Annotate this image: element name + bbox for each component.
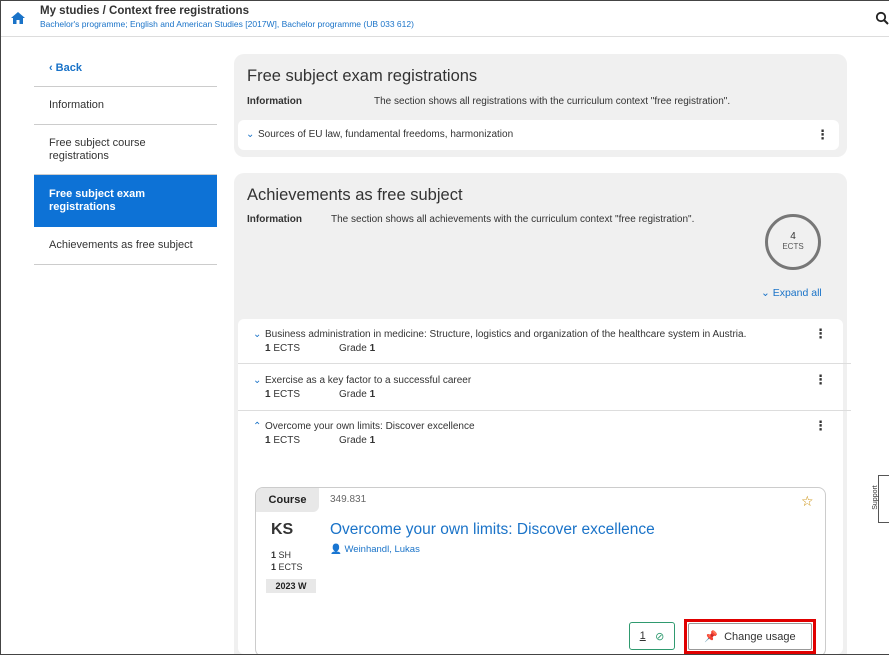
grade-value: Grade 1 [339, 343, 376, 354]
list-item-title: ⌄ Sources of EU law, fundamental freedoms… [246, 129, 513, 140]
list-item-title[interactable]: ⌃ Overcome your own limits: Discover exce… [253, 421, 475, 432]
pin-icon: 📌 [704, 631, 719, 643]
info-text: The section shows all achievements with … [331, 214, 695, 225]
ects-value: 1 ECTS [265, 435, 301, 446]
expand-all-link[interactable]: ⌄ Expand all [761, 287, 822, 299]
change-usage-highlight: 📌 Change usage [684, 619, 816, 654]
sidebar-item-label: Achievements as free subject [49, 239, 193, 251]
course-type: KS [271, 521, 294, 538]
course-card[interactable]: Course 349.831 ☆ KS Overcome your own li… [255, 487, 826, 654]
expand-all-label: Expand all [772, 287, 822, 299]
grade-value: Grade 1 [339, 389, 376, 400]
section-title: Free subject exam registrations [247, 67, 478, 85]
back-label: Back [55, 62, 82, 74]
list-item-label: Sources of EU law, fundamental freedoms,… [258, 129, 514, 140]
sidebar: ‹ Back Information Free subject course re… [34, 51, 217, 265]
back-link[interactable]: ‹ Back [34, 51, 217, 87]
list-item-label: Exercise as a key factor to a successful… [265, 375, 472, 386]
top-bar: My studies / Context free registrations … [1, 1, 889, 37]
section-title: Achievements as free subject [247, 186, 463, 204]
lecturer-name: Weinhandl, Lukas [344, 544, 420, 555]
registration-count-button[interactable]: 1 ⊘ [629, 622, 675, 650]
info-label: Information [247, 214, 302, 225]
breadcrumb-subtitle[interactable]: Bachelor's programme; English and Americ… [40, 19, 414, 29]
chevron-down-icon: ⌄ [761, 287, 773, 299]
more-options-icon[interactable]: ⋮ [814, 373, 827, 386]
chevron-down-icon: ⌄ [246, 129, 255, 140]
ects-value: 1 ECTS [265, 389, 301, 400]
lecturer-link[interactable]: 👤 Weinhandl, Lukas [330, 544, 420, 555]
exam-registrations-panel: Free subject exam registrations Informat… [234, 54, 847, 157]
sidebar-item-course-registrations[interactable]: Free subject course registrations [34, 125, 217, 175]
change-usage-button[interactable]: 📌 Change usage [688, 623, 812, 650]
list-item-label: Overcome your own limits: Discover excel… [265, 421, 475, 432]
sidebar-item-label: Information [49, 99, 105, 111]
search-icon[interactable] [875, 11, 889, 25]
more-options-icon[interactable]: ⋮ [814, 419, 827, 432]
course-sh: 1 SH [271, 550, 292, 560]
chevron-up-icon: ⌃ [253, 421, 262, 432]
sidebar-item-label: Free subject exam registrations [49, 187, 145, 213]
chevron-down-icon: ⌄ [253, 375, 262, 386]
chevron-down-icon: ⌄ [253, 329, 262, 340]
more-options-icon[interactable]: ⋮ [814, 327, 827, 340]
page: My studies / Context free registrations … [0, 0, 889, 655]
divider [238, 410, 851, 411]
change-usage-label: Change usage [724, 630, 796, 643]
semester-badge: 2023 W [266, 579, 316, 593]
more-options-icon[interactable]: ⋮ [816, 128, 829, 141]
grade-value: Grade 1 [339, 435, 376, 446]
total-ects-unit: ECTS [782, 242, 804, 251]
list-item[interactable]: ⌄ Sources of EU law, fundamental freedoms… [238, 120, 839, 150]
sidebar-item-exam-registrations[interactable]: Free subject exam registrations [34, 175, 217, 227]
course-number: 349.831 [330, 494, 367, 505]
home-icon[interactable] [10, 10, 26, 26]
info-text: The section shows all registrations with… [374, 96, 731, 107]
total-ects-circle: 4 ECTS [765, 214, 821, 270]
divider [238, 363, 851, 364]
course-ects: 1 ECTS [271, 562, 303, 572]
list-item-title[interactable]: ⌄ Exercise as a key factor to a successfu… [253, 375, 471, 386]
person-icon: 👤 [330, 544, 342, 555]
check-circle-icon: ⊘ [655, 630, 665, 643]
course-tag: Course [256, 488, 319, 512]
breadcrumb-title: My studies / Context free registrations [40, 5, 249, 17]
ects-value: 1 ECTS [265, 343, 301, 354]
count-value: 1 [639, 630, 646, 642]
sidebar-item-label: Free subject course registrations [49, 136, 146, 162]
support-tab[interactable]: Support [872, 475, 889, 523]
star-icon[interactable]: ☆ [801, 493, 814, 510]
total-ects-value: 4 [790, 231, 796, 242]
sidebar-item-achievements[interactable]: Achievements as free subject [34, 227, 217, 265]
chevron-left-icon: ‹ [49, 62, 53, 74]
list-item-title[interactable]: ⌄ Business administration in medicine: St… [253, 329, 746, 340]
sidebar-item-information[interactable]: Information [34, 87, 217, 125]
support-label: Support [871, 485, 879, 510]
list-item-label: Business administration in medicine: Str… [265, 329, 747, 340]
course-title-link[interactable]: Overcome your own limits: Discover excel… [330, 521, 655, 539]
info-label: Information [247, 96, 302, 107]
